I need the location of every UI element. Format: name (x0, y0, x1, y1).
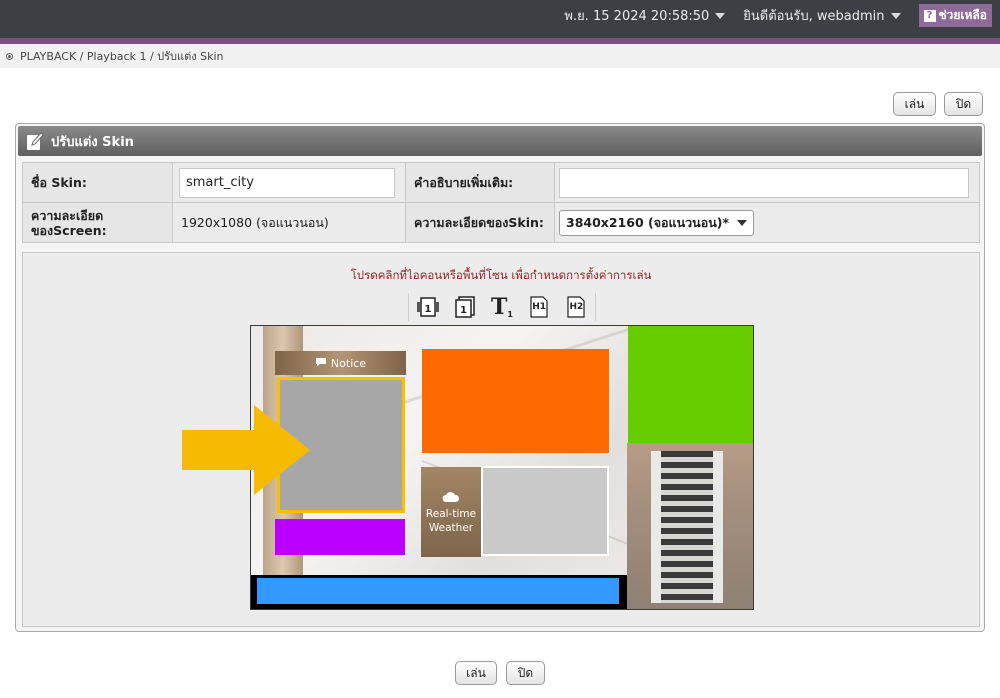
description-input[interactable] (559, 167, 969, 198)
speech-bubble-icon (315, 357, 327, 370)
notice-header: Notice (275, 351, 406, 375)
svg-text:1: 1 (424, 304, 431, 315)
panel-header: ปรับแต่ง Skin (18, 126, 982, 156)
skin-preview[interactable]: Notice Real-time Weather (250, 325, 754, 610)
image-zone-icon[interactable]: 1 (452, 295, 478, 319)
top-bar-right: พ.ย. 15 2024 20:58:50 ยินดีต้อนรับ, weba… (564, 4, 992, 27)
skin-resolution-label: ความละเอียดของSkin: (405, 202, 555, 243)
close-button-top[interactable]: ปิด (944, 92, 983, 116)
svg-text:1: 1 (460, 305, 467, 316)
building-image (627, 443, 753, 609)
skin-name-input[interactable]: smart_city (179, 167, 395, 198)
skin-editor-panel: ปรับแต่ง Skin ชื่อ Skin: smart_city คำอธ… (15, 123, 985, 632)
edit-icon (26, 131, 44, 151)
layout-canvas-area: โปรดคลิกที่ไอคอนหรือพื้นที่โซน เพื่อกำหน… (22, 252, 980, 627)
skin-name-label: ชื่อ Skin: (22, 162, 173, 203)
instruction-text: โปรดคลิกที่ไอคอนหรือพื้นที่โซน เพื่อกำหน… (350, 268, 652, 282)
screen-resolution-label: ความละเอียด ของScreen: (22, 202, 173, 243)
user-menu[interactable]: ยินดีต้อนรับ, webadmin (743, 5, 901, 26)
play-button-bottom[interactable]: เล่น (455, 661, 497, 685)
datetime-menu[interactable]: พ.ย. 15 2024 20:58:50 (564, 5, 726, 26)
bullet-icon (6, 52, 13, 60)
h2-zone-icon[interactable]: H2 (563, 295, 589, 319)
close-button-bottom[interactable]: ปิด (506, 661, 545, 685)
description-label: คำอธิบายเพิ่มเติม: (405, 162, 555, 203)
zone-blue-ticker[interactable] (257, 578, 619, 604)
help-label: ช่วยเหลือ (938, 8, 988, 22)
breadcrumb-text[interactable]: PLAYBACK / Playback 1 / ปรับแต่ง Skin (20, 47, 224, 65)
weather-widget: Real-time Weather (421, 467, 481, 557)
chevron-down-icon (737, 219, 748, 226)
text-zone-icon[interactable]: T1 (489, 295, 515, 319)
welcome-text: ยินดีต้อนรับ, webadmin (743, 9, 885, 24)
datetime-text: พ.ย. 15 2024 20:58:50 (564, 9, 710, 24)
zone-toolbar: 1 1 T1 H1 H2 (408, 293, 596, 321)
skin-info-table: ชื่อ Skin: smart_city คำอธิบายเพิ่มเติม:… (22, 162, 980, 243)
selection-arrow-icon (182, 405, 312, 499)
question-icon: ? (923, 9, 936, 22)
play-button-top[interactable]: เล่น (893, 92, 936, 116)
chevron-down-icon (715, 12, 726, 19)
help-button[interactable]: ? ช่วยเหลือ (918, 4, 992, 27)
zone-light-gray[interactable] (481, 466, 609, 556)
cloud-icon (442, 491, 460, 506)
breadcrumb: PLAYBACK / Playback 1 / ปรับแต่ง Skin (0, 44, 1000, 68)
top-bar: พ.ย. 15 2024 20:58:50 ยินดีต้อนรับ, weba… (0, 0, 1000, 38)
skin-resolution-select[interactable]: 3840x2160 (จอแนวนอน)* (559, 209, 755, 236)
zone-purple[interactable] (275, 519, 405, 555)
zone-orange[interactable] (422, 349, 609, 453)
panel-title: ปรับแต่ง Skin (51, 134, 134, 150)
chevron-down-icon (890, 12, 901, 19)
zone-green[interactable] (628, 326, 753, 443)
screen-resolution-value: 1920x1080 (จอแนวนอน) (172, 202, 406, 243)
h1-zone-icon[interactable]: H1 (526, 295, 552, 319)
video-zone-icon[interactable]: 1 (415, 295, 441, 319)
